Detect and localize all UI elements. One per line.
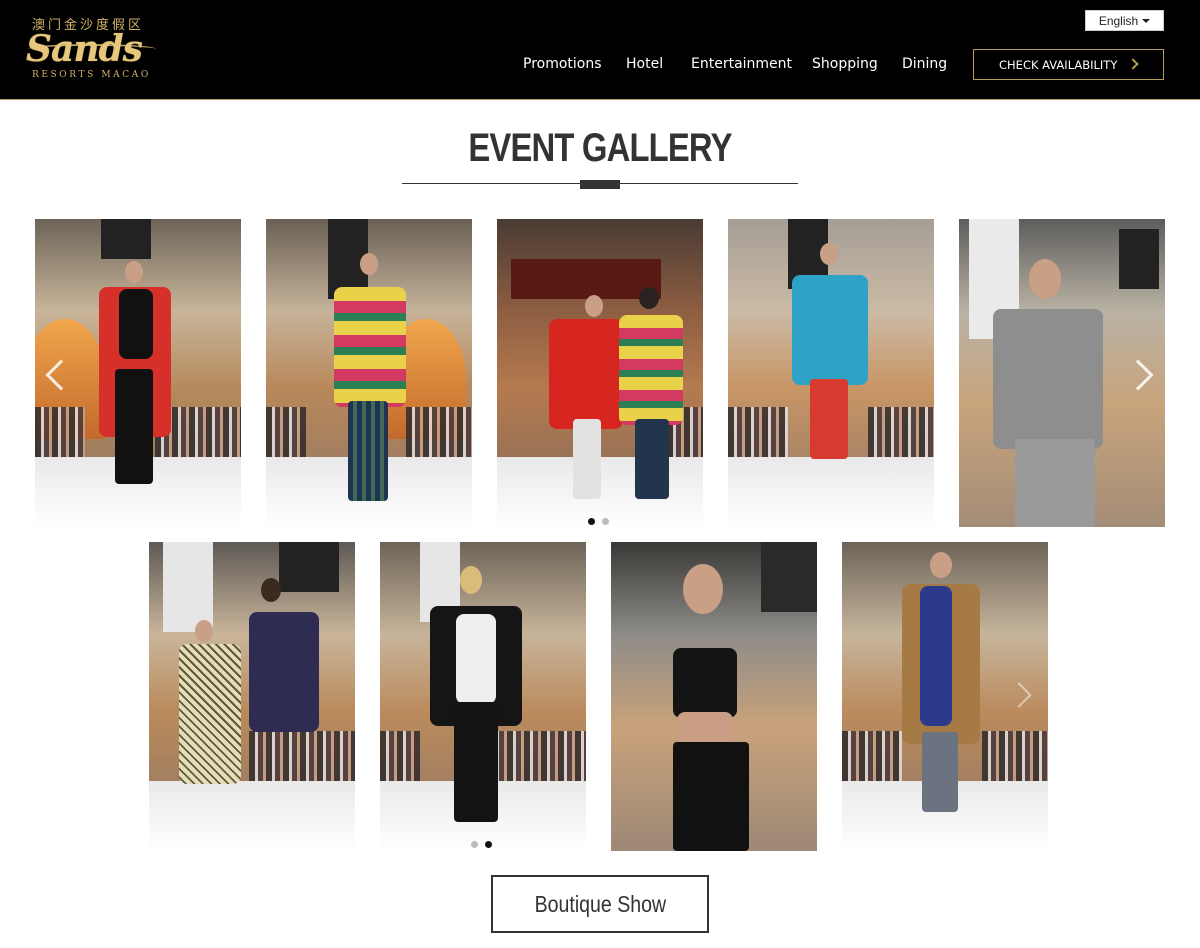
chevron-right-icon [1127, 58, 1139, 70]
language-selector[interactable]: English [1085, 10, 1164, 31]
logo-swoosh [28, 44, 156, 54]
site-header: 澳门金沙度假区 Sands RESORTS MACAO English Prom… [0, 0, 1200, 100]
logo-subtitle: RESORTS MACAO [32, 70, 151, 80]
boutique-show-label: Boutique Show [534, 890, 666, 917]
carousel-dots-row2 [471, 841, 492, 848]
page-title: EVENT GALLERY [468, 126, 732, 170]
gallery-photo[interactable] [728, 219, 934, 527]
title-divider-accent [580, 180, 620, 189]
carousel-dots-row1 [588, 518, 609, 525]
sands-logo[interactable]: 澳门金沙度假区 Sands RESORTS MACAO [24, 14, 164, 84]
check-availability-label: CHECK AVAILABILITY [999, 57, 1118, 72]
nav-hotel[interactable]: Hotel [626, 56, 663, 72]
carousel-dot-1[interactable] [471, 841, 478, 848]
gallery-photo[interactable] [149, 542, 355, 851]
nav-shopping[interactable]: Shopping [812, 56, 878, 72]
gallery-photo[interactable] [266, 219, 472, 527]
check-availability-button[interactable]: CHECK AVAILABILITY [973, 49, 1164, 80]
nav-dining[interactable]: Dining [902, 56, 947, 72]
carousel-dot-2[interactable] [602, 518, 609, 525]
boutique-show-button[interactable]: Boutique Show [491, 875, 709, 933]
carousel-dot-2[interactable] [485, 841, 492, 848]
gallery-photo[interactable] [497, 219, 703, 527]
caret-down-icon [1142, 18, 1151, 23]
carousel-dot-1[interactable] [588, 518, 595, 525]
gallery-photo[interactable] [380, 542, 586, 851]
nav-promotions[interactable]: Promotions [523, 56, 602, 72]
language-label: English [1098, 13, 1139, 28]
nav-entertainment[interactable]: Entertainment [691, 56, 792, 72]
gallery-photo[interactable] [611, 542, 817, 851]
